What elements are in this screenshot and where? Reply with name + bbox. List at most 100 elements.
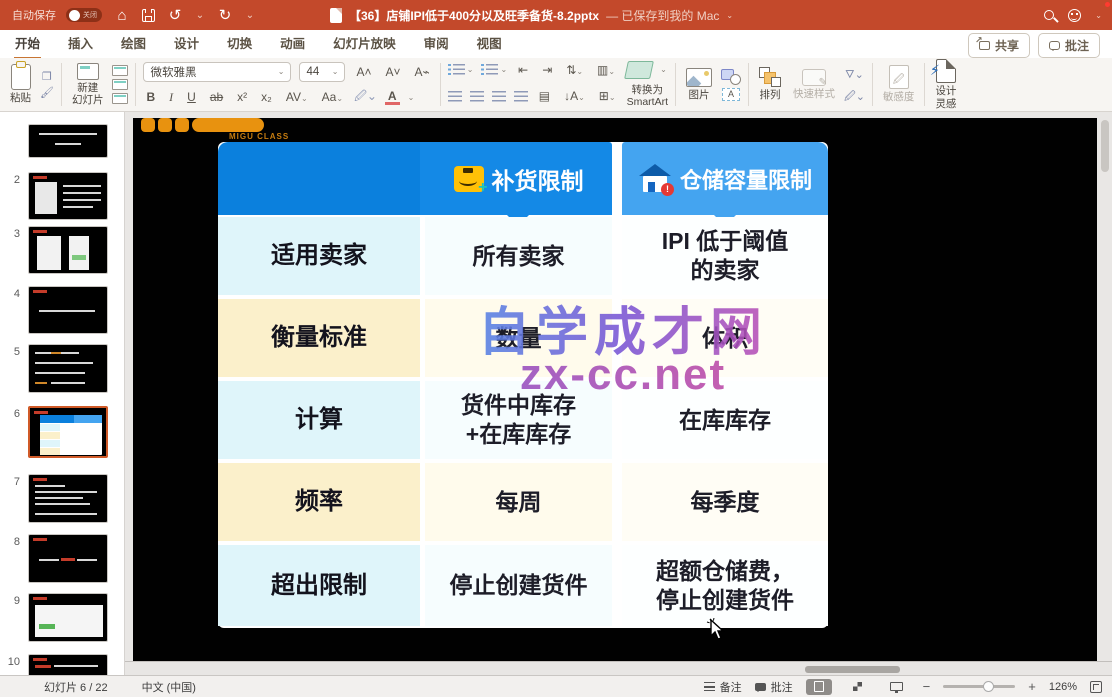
new-slide-button[interactable]: 新建 幻灯片 [69, 61, 107, 108]
clear-formatting-button[interactable]: A⌁ [412, 65, 433, 79]
textbox-icon[interactable]: A [722, 88, 740, 101]
design-ideas-button[interactable]: 设计 灵感 [932, 57, 959, 111]
align-center-icon[interactable] [470, 91, 484, 102]
tab-slideshow[interactable]: 幻灯片放映 [332, 28, 397, 60]
comments-toggle-button[interactable]: 批注 [755, 679, 793, 695]
autosave-toggle[interactable]: 关闭 [66, 8, 102, 22]
thumb-art [35, 372, 85, 374]
redo-icon[interactable]: ↻ [215, 6, 235, 24]
language-indicator[interactable]: 中文 (中国) [142, 679, 196, 695]
underline-button[interactable]: U [184, 90, 199, 104]
subscript-button[interactable]: x₂ [258, 90, 275, 104]
font-size-select[interactable]: 44 ⌄ [299, 62, 345, 82]
slide-thumbnail-10[interactable] [28, 654, 108, 675]
char-spacing-button[interactable]: AV⌄ [283, 90, 311, 104]
shape-outline-icon[interactable]: 🖉⌄ [844, 88, 865, 107]
font-color-button[interactable]: A [385, 90, 400, 105]
slide-thumbnail-1[interactable] [28, 124, 108, 158]
tab-design[interactable]: 设计 [173, 28, 200, 60]
design-ideas-label-2: 灵感 [935, 98, 956, 110]
line-spacing-icon[interactable]: ⇅⌄ [563, 63, 586, 77]
smartart-preview-icon[interactable] [624, 61, 654, 79]
reset-layout-icon[interactable] [112, 79, 128, 90]
tab-insert[interactable]: 插入 [67, 28, 94, 60]
tab-draw[interactable]: 绘图 [120, 28, 147, 60]
justify-icon[interactable] [514, 91, 528, 102]
change-case-button[interactable]: Aa⌄ [319, 90, 346, 104]
slideshow-button[interactable] [884, 679, 910, 695]
superscript-button[interactable]: x² [234, 90, 250, 104]
align-text-icon[interactable]: ⊞⌄ [596, 89, 619, 103]
increase-indent-icon[interactable]: ⇥ [539, 63, 555, 77]
shrink-font-button[interactable]: A˅ [382, 65, 403, 79]
thumb-art [35, 491, 97, 493]
columns-icon[interactable]: ▥⌄ [594, 63, 618, 77]
title-chevron-icon[interactable]: ⌄ [726, 11, 733, 20]
toolbar-options-icon[interactable]: ⌄ [245, 10, 255, 21]
copy-icon[interactable]: ❐ [42, 70, 52, 83]
slide-thumbnail-5[interactable] [28, 344, 108, 393]
tab-transitions[interactable]: 切换 [226, 28, 253, 60]
undo-chevron-icon[interactable]: ⌄ [195, 10, 205, 21]
quick-styles-button[interactable]: 快速样式 [790, 67, 838, 102]
layout-icon[interactable] [112, 65, 128, 76]
font-color-chevron-icon[interactable]: ⌄ [408, 93, 415, 102]
numbering-icon[interactable]: ⌄ [481, 64, 507, 75]
smartart-convert-label[interactable]: 转换为 SmartArt [627, 84, 668, 108]
slide-sorter-button[interactable] [845, 679, 871, 695]
sensitivity-button[interactable]: 敏感度 [880, 63, 918, 105]
save-icon[interactable] [142, 9, 155, 22]
smartart-chevron-icon[interactable]: ⌄ [660, 65, 667, 74]
home-icon[interactable]: ⌂ [112, 7, 132, 24]
fit-to-window-icon[interactable] [1090, 681, 1102, 693]
arrange-button[interactable]: 排列 [756, 65, 784, 103]
undo-icon[interactable]: ↺ [165, 6, 185, 24]
notes-collapsed-strip[interactable] [125, 661, 1112, 675]
slide-thumbnail-8[interactable] [28, 534, 108, 583]
paste-button[interactable]: 粘贴 [7, 62, 34, 106]
section-icon[interactable] [112, 93, 128, 104]
shapes-icon[interactable] [721, 69, 741, 85]
zoom-slider-thumb[interactable] [983, 681, 994, 692]
search-icon[interactable] [1044, 10, 1054, 20]
feedback-chevron-icon[interactable]: ⌄ [1095, 11, 1102, 20]
slide-thumbnail-3[interactable] [28, 226, 108, 274]
tab-review[interactable]: 审阅 [423, 28, 450, 60]
tab-home[interactable]: 开始 [14, 28, 41, 60]
highlight-pen-icon[interactable]: 🖉⌄ [354, 87, 377, 108]
align-right-icon[interactable] [492, 91, 506, 102]
slide-thumbnail-7[interactable] [28, 474, 108, 523]
feedback-smiley-icon[interactable] [1068, 9, 1081, 22]
zoom-slider[interactable] [943, 685, 1015, 688]
font-name-select[interactable]: 微软雅黑 ⌄ [143, 62, 291, 82]
slide-6-canvas[interactable]: MIGU CLASS 补货限制 ! 仓储容量限制 适用卖家 所有卖家 IPI 低… [133, 118, 1097, 661]
tab-view[interactable]: 视图 [476, 28, 503, 60]
bold-button[interactable]: B [143, 90, 158, 104]
italic-button[interactable]: I [166, 90, 176, 105]
vertical-scrollbar[interactable] [1101, 120, 1109, 172]
grow-font-button[interactable]: A˄ [353, 65, 374, 79]
document-title[interactable]: 【36】店铺IPI低于400分以及旺季备货-8.2pptx [349, 7, 599, 24]
format-painter-icon[interactable]: 🖌 [40, 86, 54, 99]
normal-view-button[interactable] [806, 679, 832, 695]
notes-toggle-button[interactable]: 备注 [704, 679, 742, 695]
bullets-icon[interactable]: ⌄ [448, 64, 474, 75]
zoom-in-button[interactable]: + [1028, 679, 1036, 694]
strikethrough-button[interactable]: ab [207, 90, 226, 104]
share-button[interactable]: 共享 [968, 33, 1030, 58]
zoom-out-button[interactable]: − [923, 679, 931, 694]
horizontal-scrollbar[interactable] [805, 666, 900, 673]
add-remove-columns-icon[interactable]: ▤ [536, 89, 553, 103]
slide-thumbnail-9[interactable] [28, 593, 108, 642]
zoom-level[interactable]: 126% [1049, 681, 1077, 693]
comments-button[interactable]: 批注 [1038, 33, 1100, 58]
shape-fill-icon[interactable]: 🜄⌄ [845, 63, 864, 85]
decrease-indent-icon[interactable]: ⇤ [515, 63, 531, 77]
tab-animations[interactable]: 动画 [279, 28, 306, 60]
slide-thumbnail-6-selected[interactable] [28, 406, 108, 458]
slide-thumbnail-4[interactable] [28, 286, 108, 334]
picture-button[interactable]: 图片 [683, 66, 715, 103]
align-left-icon[interactable] [448, 91, 462, 102]
text-direction-icon[interactable]: ↓A⌄ [561, 89, 588, 103]
slide-thumbnail-2[interactable] [28, 172, 108, 220]
